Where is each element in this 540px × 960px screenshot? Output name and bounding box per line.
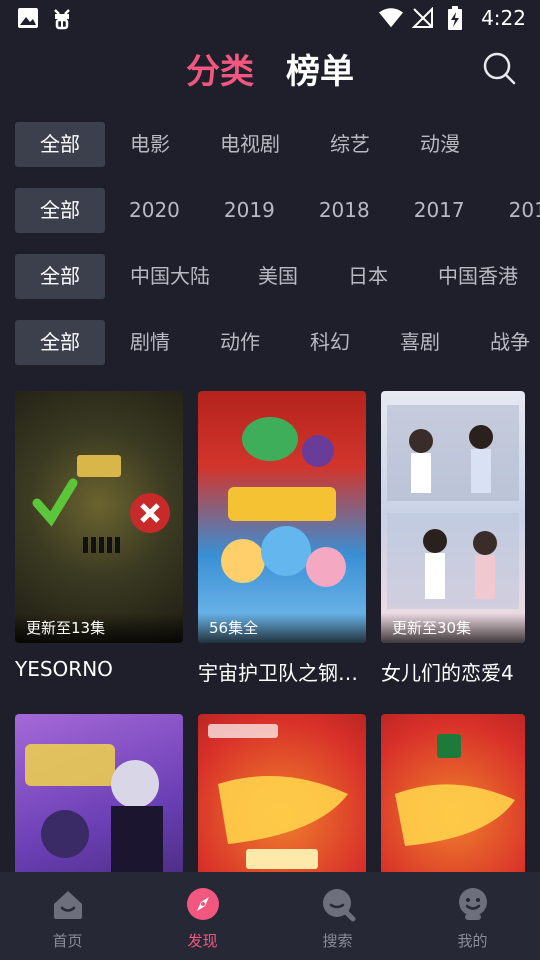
profile-icon <box>458 888 487 920</box>
chip-year-2016[interactable]: 2016 <box>509 188 540 233</box>
chip-genre-comedy[interactable]: 喜剧 <box>400 320 440 365</box>
chip-genre-war[interactable]: 战争 <box>490 320 530 365</box>
chip-region-all[interactable]: 全部 <box>15 254 105 299</box>
bottom-nav: 首页 发现 搜索 我的 <box>0 872 540 960</box>
status-time: 4:22 <box>481 6 526 30</box>
search-icon <box>322 889 355 922</box>
chip-type-anime[interactable]: 动漫 <box>420 122 460 167</box>
filter-row-type: 全部 电影 电视剧 综艺 动漫 <box>15 122 540 167</box>
battery-charging-icon <box>443 6 467 30</box>
image-icon <box>16 6 40 30</box>
chip-year-2019[interactable]: 2019 <box>224 188 275 233</box>
nav-discover[interactable]: 发现 <box>135 872 270 960</box>
nav-label: 我的 <box>457 932 488 950</box>
poster-image: 56集全 <box>198 391 366 643</box>
episode-badge: 56集全 <box>198 613 366 643</box>
card-title: 女儿们的恋爱4 <box>381 661 514 685</box>
nav-home[interactable]: 首页 <box>0 872 135 960</box>
nav-search[interactable]: 搜索 <box>270 872 405 960</box>
poster-image: 更新至30集 <box>381 391 525 643</box>
search-icon[interactable] <box>480 49 518 87</box>
episode-badge: 更新至13集 <box>15 613 183 643</box>
card-title: 宇宙护卫队之钢甲霸王龙 <box>198 661 366 685</box>
wifi-icon <box>379 6 404 30</box>
video-card[interactable]: 56集全 宇宙护卫队之钢甲霸王龙 <box>198 391 366 686</box>
chip-genre-drama[interactable]: 剧情 <box>130 320 170 365</box>
nav-label: 发现 <box>187 932 218 950</box>
chip-type-variety[interactable]: 综艺 <box>330 122 370 167</box>
chip-region-usa[interactable]: 美国 <box>258 254 298 299</box>
chip-genre-scifi[interactable]: 科幻 <box>310 320 350 365</box>
chip-genre-all[interactable]: 全部 <box>15 320 105 365</box>
card-title: YESORNO <box>15 657 113 681</box>
nav-label: 首页 <box>52 932 83 950</box>
status-bar: 4:22 <box>0 0 540 36</box>
nav-profile[interactable]: 我的 <box>405 872 540 960</box>
nav-label: 搜索 <box>322 932 353 950</box>
bug-icon <box>50 6 74 30</box>
tab-category[interactable]: 分类 <box>186 44 254 93</box>
header: 分类 榜单 <box>0 36 540 100</box>
filter-row-year: 全部 2020 2019 2018 2017 2016 <box>15 188 540 233</box>
video-card[interactable]: 更新至13集 YESORNO <box>15 391 183 681</box>
tab-ranking[interactable]: 榜单 <box>286 44 354 93</box>
chip-type-all[interactable]: 全部 <box>15 122 105 167</box>
chip-year-2018[interactable]: 2018 <box>319 188 370 233</box>
no-signal-icon <box>411 6 435 30</box>
compass-icon <box>186 888 219 920</box>
chip-region-mainland[interactable]: 中国大陆 <box>130 254 210 299</box>
chip-year-2020[interactable]: 2020 <box>129 188 180 233</box>
chip-year-2017[interactable]: 2017 <box>414 188 465 233</box>
poster-image: 更新至13集 <box>15 391 183 643</box>
chip-region-japan[interactable]: 日本 <box>348 254 388 299</box>
filter-row-region: 全部 中国大陆 美国 日本 中国香港 <box>15 254 540 299</box>
chip-region-hongkong[interactable]: 中国香港 <box>438 254 518 299</box>
filter-row-genre: 全部 剧情 动作 科幻 喜剧 战争 <box>15 320 540 365</box>
episode-badge: 更新至30集 <box>381 613 525 643</box>
chip-year-all[interactable]: 全部 <box>15 188 105 233</box>
video-card[interactable]: 更新至30集 女儿们的恋爱4 <box>381 391 525 686</box>
chip-type-tv[interactable]: 电视剧 <box>220 122 280 167</box>
home-icon <box>53 891 82 919</box>
chip-type-movie[interactable]: 电影 <box>130 122 170 167</box>
chip-genre-action[interactable]: 动作 <box>220 320 260 365</box>
